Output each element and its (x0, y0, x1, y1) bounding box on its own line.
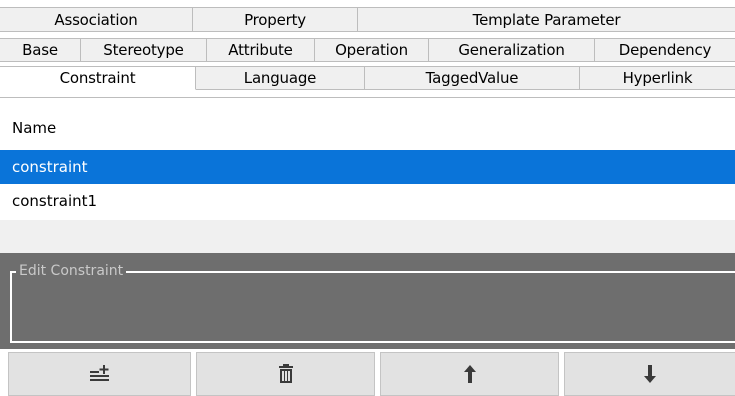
tab-operation[interactable]: Operation (315, 38, 429, 62)
tab-hyperlink[interactable]: Hyperlink (580, 66, 735, 90)
edit-constraint-field[interactable] (10, 271, 735, 343)
tab-property[interactable]: Property (193, 8, 358, 32)
tab-language[interactable]: Language (196, 66, 365, 90)
tab-generalization-label: Generalization (458, 41, 565, 59)
tab-property-label: Property (244, 11, 306, 29)
tab-row-3: Constraint Language TaggedValue Hyperlin… (0, 66, 735, 90)
tab-template-parameter[interactable]: Template Parameter (358, 8, 735, 32)
list-item[interactable]: constraint (0, 150, 735, 184)
tab-generalization[interactable]: Generalization (429, 38, 595, 62)
tab-constraint[interactable]: Constraint (0, 66, 196, 90)
tab-association-label: Association (54, 11, 138, 29)
tab-stereotype[interactable]: Stereotype (81, 38, 207, 62)
arrow-up-icon (463, 364, 477, 384)
move-up-button[interactable] (380, 352, 559, 396)
tab-stereotype-label: Stereotype (103, 41, 184, 59)
tab-association[interactable]: Association (0, 8, 193, 32)
tab-attribute-label: Attribute (228, 41, 293, 59)
list-empty-area (0, 220, 735, 253)
trash-icon (277, 364, 295, 384)
list-item[interactable]: constraint1 (0, 184, 735, 218)
tab-dependency[interactable]: Dependency (595, 38, 735, 62)
delete-button[interactable] (196, 352, 375, 396)
name-column-header[interactable]: Name (12, 119, 56, 137)
tab-operation-label: Operation (335, 41, 408, 59)
tab-base-label: Base (22, 41, 58, 59)
add-button[interactable] (8, 352, 191, 396)
tab-taggedvalue-label: TaggedValue (425, 69, 519, 87)
tab-row-2: Base Stereotype Attribute Operation Gene… (0, 38, 735, 62)
tab-dependency-label: Dependency (618, 41, 712, 59)
edit-constraint-legend: Edit Constraint (16, 262, 127, 280)
tab-attribute[interactable]: Attribute (207, 38, 315, 62)
tab-hyperlink-label: Hyperlink (622, 69, 693, 87)
add-list-icon (89, 364, 111, 384)
tab-base[interactable]: Base (0, 38, 81, 62)
constraint-list: constraint constraint1 (0, 150, 735, 218)
tab-taggedvalue[interactable]: TaggedValue (365, 66, 580, 90)
tab-row-1: Association Property Template Parameter (0, 7, 735, 32)
tab-constraint-label: Constraint (59, 69, 136, 87)
tab-template-parameter-label: Template Parameter (472, 11, 621, 29)
tab-language-label: Language (243, 69, 317, 87)
arrow-down-icon (643, 364, 657, 384)
move-down-button[interactable] (564, 352, 735, 396)
